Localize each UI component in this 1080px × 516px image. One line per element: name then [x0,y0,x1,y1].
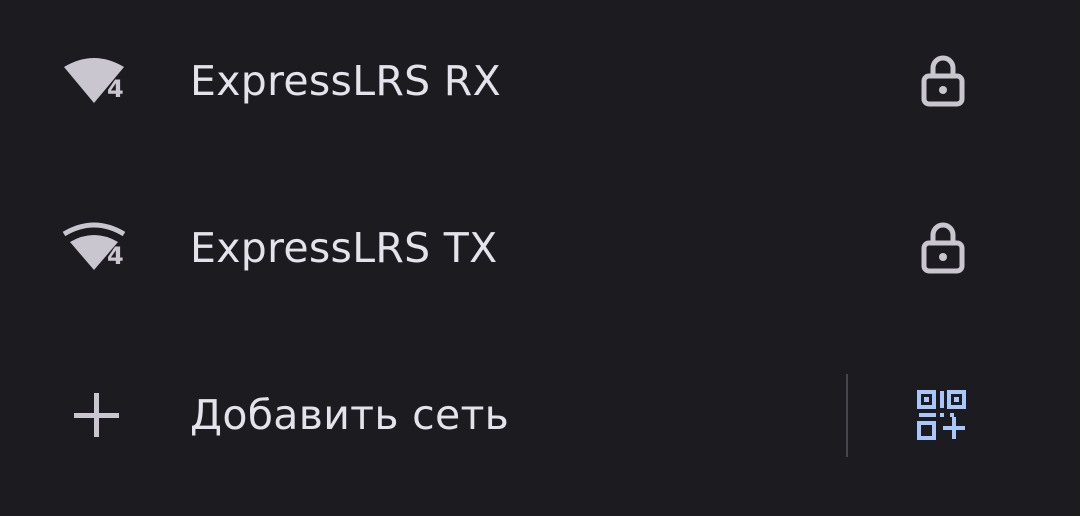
wifi-network-row[interactable]: 4 ExpressLRS TX [0,193,1080,303]
network-name: ExpressLRS TX [190,224,498,272]
lock-icon [921,55,965,107]
wifi-generation-label: 4 [107,75,124,103]
network-name: ExpressLRS RX [190,57,501,105]
wifi-generation-label: 4 [107,242,124,270]
plus-icon [74,393,119,437]
add-network-label: Добавить сеть [190,391,510,439]
wifi-signal-full-icon: 4 [64,58,124,103]
divider [846,374,848,457]
wifi-signal-partial-icon: 4 [62,222,126,270]
add-network-row[interactable]: Добавить сеть [0,360,1080,470]
wifi-network-row[interactable]: 4 ExpressLRS RX [0,26,1080,136]
lock-icon [921,222,965,274]
qr-code-scan-icon [917,390,966,440]
qr-scan-button[interactable] [904,380,980,450]
